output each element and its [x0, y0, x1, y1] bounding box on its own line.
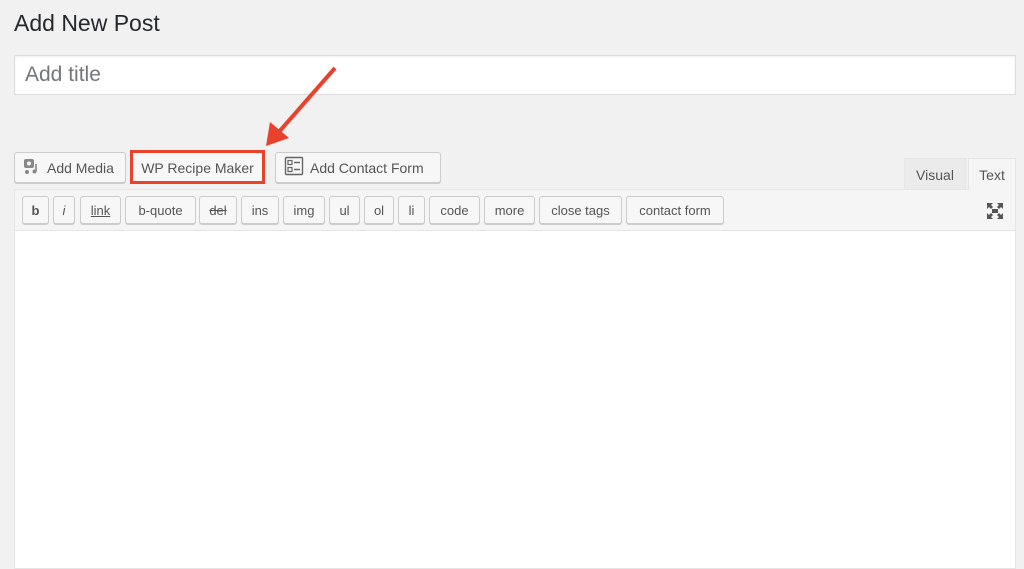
qt-ul-button[interactable]: ul [329, 196, 360, 224]
qt-link-button[interactable]: link [80, 196, 121, 224]
fullscreen-icon[interactable] [985, 201, 1005, 226]
post-content-textarea[interactable] [15, 231, 1015, 551]
qt-ins-button[interactable]: ins [241, 196, 279, 224]
tab-text[interactable]: Text [968, 158, 1016, 190]
qt-italic-button[interactable]: i [53, 196, 75, 224]
qt-ol-button[interactable]: ol [364, 196, 394, 224]
qt-bold-button[interactable]: b [22, 196, 49, 224]
editor: b i link b-quote del ins img ul ol li co… [14, 189, 1016, 569]
qt-code-button[interactable]: code [429, 196, 480, 224]
qt-contact-form-button[interactable]: contact form [626, 196, 724, 224]
qt-bquote-button[interactable]: b-quote [125, 196, 196, 224]
qt-del-button[interactable]: del [199, 196, 237, 224]
quicktags-toolbar: b i link b-quote del ins img ul ol li co… [15, 190, 1015, 231]
qt-close-tags-button[interactable]: close tags [539, 196, 622, 224]
qt-li-button[interactable]: li [398, 196, 425, 224]
tab-visual[interactable]: Visual [904, 158, 966, 190]
qt-img-button[interactable]: img [283, 196, 325, 224]
qt-more-button[interactable]: more [484, 196, 535, 224]
